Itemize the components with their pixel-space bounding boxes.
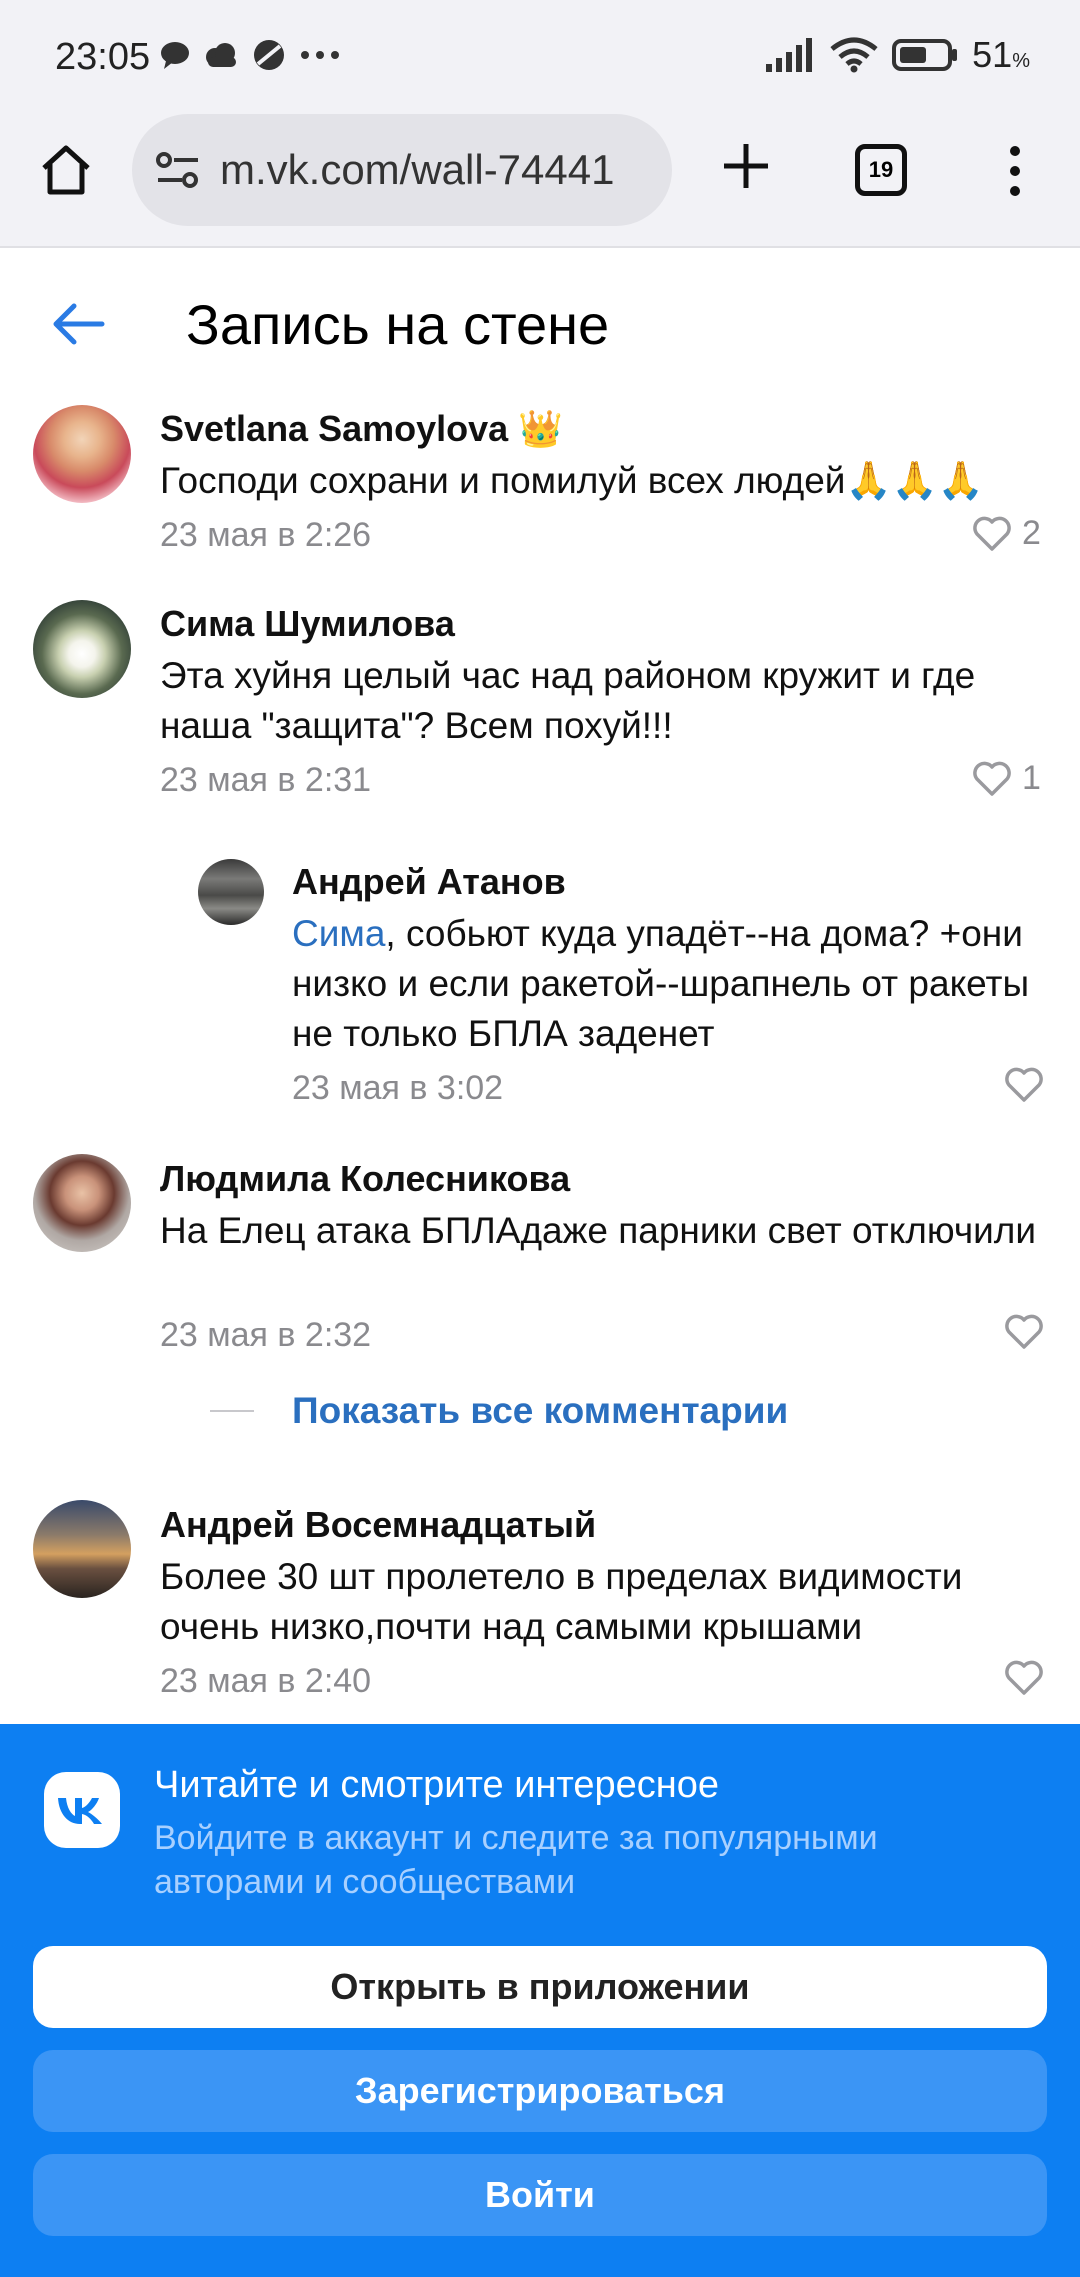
comment-text: Господи сохрани и помилуй всех людей🙏🙏🙏 — [160, 460, 984, 501]
notification-icons — [160, 38, 340, 72]
comment-date[interactable]: 23 мая в 2:32 — [160, 1316, 371, 1355]
comment-text: Сима, собьют куда упадёт--на дома? +они … — [292, 913, 1030, 1054]
comment: Сима Шумилова Эта хуйня целый час над ра… — [0, 595, 1080, 815]
wifi-icon — [830, 37, 878, 73]
page-title: Запись на стене — [186, 293, 610, 356]
like-button[interactable]: 2 — [972, 514, 1041, 553]
battery-icon — [892, 39, 958, 71]
cloud-icon — [206, 43, 236, 67]
comment-date[interactable]: 23 мая в 2:26 — [160, 516, 371, 555]
heart-icon — [973, 516, 1011, 551]
avatar[interactable] — [33, 405, 131, 503]
page-header: Запись на стене — [0, 250, 1080, 400]
comment: Людмила Колесникова На Елец атака БПЛАда… — [0, 1150, 1080, 1370]
more-notifications-icon — [301, 51, 339, 59]
like-button[interactable] — [1004, 1067, 1044, 1103]
avatar[interactable] — [33, 1154, 131, 1252]
address-bar[interactable]: m.vk.com/wall-74441 — [132, 114, 672, 226]
comment-text: Более 30 шт пролетело в пределах видимос… — [160, 1556, 963, 1647]
crown-badge-icon: 👑 — [518, 408, 564, 449]
avatar[interactable] — [33, 600, 131, 698]
heart-icon — [973, 761, 1011, 796]
status-bar: 23:05 51% — [0, 0, 1080, 110]
new-tab-icon[interactable] — [716, 136, 776, 196]
promo-title: Читайте и смотрите интересное — [154, 1764, 720, 1806]
heart-icon — [1005, 1067, 1043, 1102]
chat-bubble-icon — [161, 42, 189, 69]
comment-author[interactable]: Сима Шумилова — [160, 603, 455, 645]
divider — [210, 1410, 254, 1412]
open-in-app-button[interactable]: Открыть в приложении — [33, 1946, 1047, 2028]
like-count: 2 — [1022, 514, 1041, 552]
like-button[interactable] — [1004, 1314, 1044, 1350]
promo-subtitle: Войдите в аккаунт и следите за популярны… — [154, 1819, 878, 1901]
battery-level: 51% — [972, 34, 1030, 75]
status-time: 23:05 — [55, 36, 151, 78]
back-arrow-icon[interactable] — [48, 294, 108, 354]
comment-text: Эта хуйня целый час над районом кружит и… — [160, 655, 976, 746]
comment-text: На Елец атака БПЛАдаже парники свет откл… — [160, 1210, 1037, 1251]
url-text: m.vk.com/wall-74441 — [220, 146, 615, 193]
like-button[interactable]: 1 — [972, 759, 1041, 798]
like-button[interactable] — [1004, 1660, 1044, 1696]
comment-date[interactable]: 23 мая в 2:40 — [160, 1662, 371, 1701]
heart-icon — [1005, 1314, 1043, 1349]
show-all-comments-link[interactable]: Показать все комментарии — [292, 1390, 788, 1432]
tab-count: 19 — [868, 157, 894, 182]
system-status: 51% — [766, 34, 1030, 76]
register-button[interactable]: Зарегистрироваться — [33, 2050, 1047, 2132]
comment-author[interactable]: Андрей Восемнадцатый — [160, 1504, 596, 1546]
browser-toolbar: m.vk.com/wall-74441 19 — [0, 110, 1080, 248]
comment-date[interactable]: 23 мая в 3:02 — [292, 1069, 503, 1108]
comment: Андрей Восемнадцатый Более 30 шт пролете… — [0, 1496, 1080, 1716]
vk-logo-icon — [44, 1772, 120, 1848]
comment-date[interactable]: 23 мая в 2:31 — [160, 761, 371, 800]
show-all-comments[interactable]: Показать все комментарии — [210, 1390, 788, 1432]
signal-icon — [766, 38, 813, 72]
login-button[interactable]: Войти — [33, 2154, 1047, 2236]
tab-switcher-button[interactable]: 19 — [855, 144, 907, 196]
avatar[interactable] — [198, 859, 264, 925]
site-settings-icon[interactable] — [156, 150, 200, 190]
like-count: 1 — [1022, 759, 1041, 797]
heart-icon — [1005, 1660, 1043, 1695]
avatar[interactable] — [33, 1500, 131, 1598]
comment-author[interactable]: Андрей Атанов — [292, 861, 566, 903]
planet-icon — [254, 40, 284, 70]
app-promo-banner: Читайте и смотрите интересное Войдите в … — [0, 1724, 1080, 2277]
comment: Svetlana Samoylova 👑 Господи сохрани и п… — [0, 400, 1080, 570]
overflow-menu-icon[interactable] — [1000, 144, 1030, 198]
comment-author[interactable]: Людмила Колесникова — [160, 1158, 570, 1200]
home-icon[interactable] — [36, 140, 96, 200]
comment-author[interactable]: Svetlana Samoylova 👑 — [160, 408, 563, 450]
reply-comment: Андрей Атанов Сима, собьют куда упадёт--… — [0, 855, 1080, 1125]
reply-mention-link[interactable]: Сима — [292, 913, 385, 954]
